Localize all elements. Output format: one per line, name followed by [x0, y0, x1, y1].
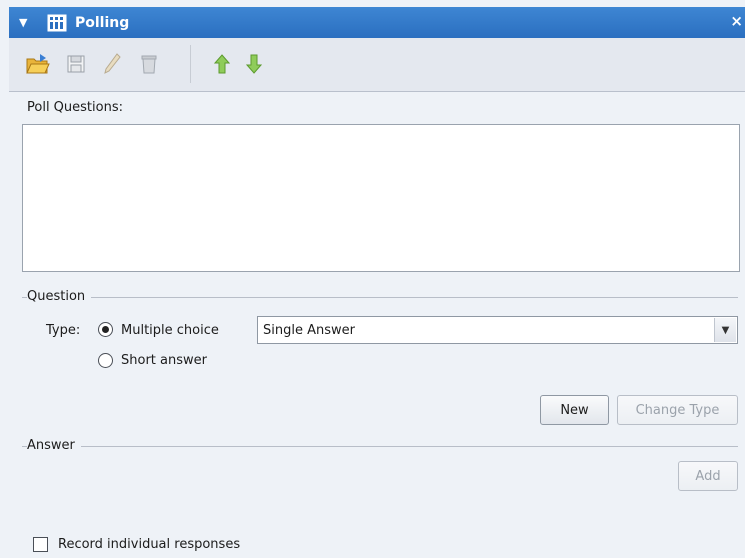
multiple-choice-label: Multiple choice — [121, 323, 219, 338]
edit-icon — [104, 53, 121, 74]
answer-mode-select[interactable]: Single Answer ▼ — [257, 316, 738, 344]
add-answer-button[interactable]: Add — [678, 461, 738, 491]
dropdown-arrow-icon[interactable]: ▼ — [714, 318, 736, 342]
type-label: Type: — [46, 323, 81, 338]
poll-questions-list[interactable] — [22, 124, 740, 272]
question-group-title: Question — [27, 289, 92, 304]
record-responses-label: Record individual responses — [58, 537, 241, 552]
move-up-button[interactable] — [210, 52, 234, 76]
save-button[interactable] — [64, 52, 88, 76]
answer-group-title: Answer — [27, 438, 81, 453]
change-type-button[interactable]: Change Type — [617, 395, 738, 425]
answer-mode-value: Single Answer — [263, 323, 355, 338]
radio-selected-dot — [102, 326, 109, 333]
short-answer-label: Short answer — [121, 353, 207, 368]
polling-toolbar — [9, 38, 745, 92]
move-up-icon — [214, 54, 230, 74]
move-down-button[interactable] — [242, 52, 266, 76]
question-group-divider — [22, 297, 738, 298]
panel-title: Polling — [75, 14, 130, 31]
collapse-icon[interactable]: ▼ — [19, 16, 31, 29]
delete-icon — [141, 55, 157, 74]
answer-group-divider — [22, 446, 738, 447]
open-button[interactable] — [26, 52, 50, 76]
save-icon — [67, 55, 85, 73]
polling-icon — [47, 14, 67, 31]
short-answer-radio[interactable] — [98, 353, 113, 368]
edit-button[interactable] — [101, 52, 125, 76]
multiple-choice-radio[interactable] — [98, 322, 113, 337]
poll-questions-label: Poll Questions: — [27, 100, 123, 115]
open-icon — [26, 54, 50, 74]
close-icon[interactable]: × — [730, 12, 743, 30]
panel-title-bar: ▼ Polling × — [9, 7, 745, 38]
record-responses-checkbox[interactable] — [33, 537, 48, 552]
toolbar-separator — [190, 45, 191, 83]
move-down-icon — [246, 54, 262, 74]
new-question-button[interactable]: New — [540, 395, 609, 425]
delete-button[interactable] — [137, 52, 161, 76]
